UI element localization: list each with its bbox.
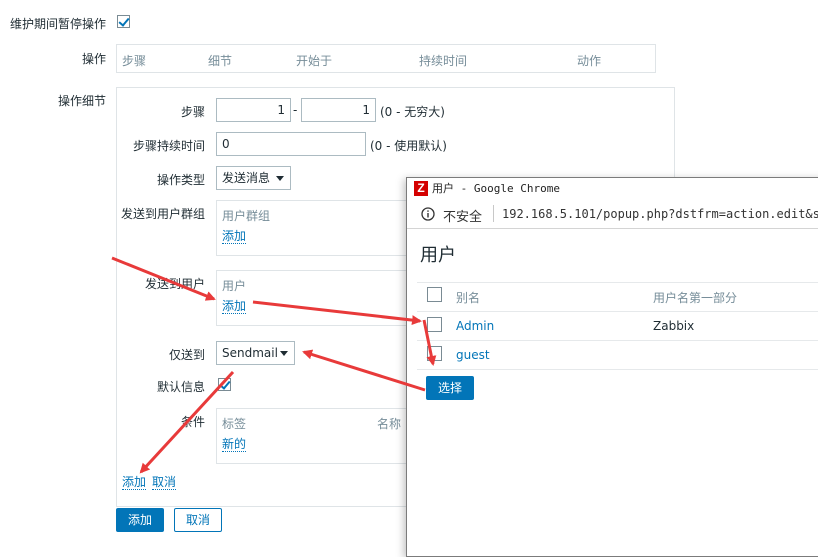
arrow-to-admin-checkbox [252, 300, 422, 326]
arrow-to-sendmail [302, 349, 426, 392]
annotation-arrows [111, 256, 437, 474]
arrow-to-add-user [111, 256, 216, 301]
arrow-to-select-button [422, 319, 437, 366]
arrow-to-operation-add [139, 370, 235, 474]
